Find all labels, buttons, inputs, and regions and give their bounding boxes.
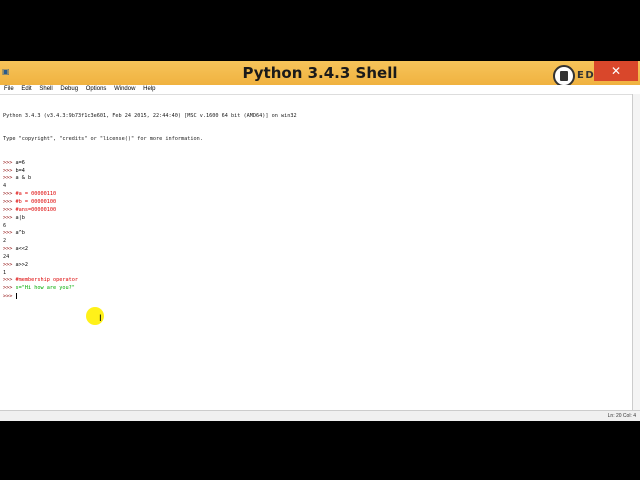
output-text: 6 [3,222,7,229]
cmd-text: a & b [15,175,32,182]
cmd-text: a=6 [15,159,25,166]
shell-line: 1 [3,270,628,278]
educba-badge-icon [553,65,575,87]
shell-line: 4 [3,183,628,191]
output-text: 4 [3,183,7,190]
cmd-text: b=4 [15,167,25,174]
shell-line: >>> a<<2 [3,246,628,254]
cmd-text: a<<2 [15,246,29,253]
menu-file[interactable]: File [4,85,14,94]
shell-line: >>> a=6 [3,160,628,168]
comment-text: #b = 00000100 [15,198,57,205]
menu-debug[interactable]: Debug [60,85,78,94]
menu-help[interactable]: Help [143,85,155,94]
cmd-text: a|b [15,214,25,221]
shell-line: 24 [3,254,628,262]
shell-line: 2 [3,238,628,246]
menu-bar: File Edit Shell Debug Options Window Hel… [0,85,640,95]
ibeam-cursor-icon: I [99,314,102,324]
shell-line: >>> a|b [3,215,628,223]
prompt-text: >>> [3,175,16,182]
shell-line: >>> a & b [3,175,628,183]
menu-window[interactable]: Window [114,85,135,94]
menu-options[interactable]: Options [86,85,107,94]
prompt-text: >>> [3,159,16,166]
shell-line: >>> b=4 [3,168,628,176]
prompt-text: >>> [3,167,16,174]
string-text: s="Hi how are you?" [15,285,75,292]
prompt-text: >>> [3,198,16,205]
menu-edit[interactable]: Edit [21,85,31,94]
shell-line: >>> #membership operator [3,277,628,285]
hint-line: Type "copyright", "credits" or "license(… [3,136,203,143]
prompt-text: >>> [3,206,16,213]
cmd-text: a^b [15,230,25,237]
banner-line: Python 3.4.3 (v3.4.3:9b73f1c3e601, Feb 2… [3,112,297,119]
prompt-text: >>> [3,246,16,253]
prompt-text: >>> [3,261,16,268]
shell-line: >>> a^b [3,230,628,238]
output-text: 2 [3,238,7,245]
prompt-text: >>> [3,230,16,237]
output-text: 1 [3,269,7,276]
idle-shell-window: ▣ Python 3.4.3 Shell EDUCBA ✕ File Edit … [0,61,640,421]
comment-text: #a = 00000110 [15,191,57,198]
shell-line: >>> s="Hi how are you?" [3,285,628,293]
text-cursor [15,293,17,300]
shell-line: >>> a>>2 [3,262,628,270]
output-text: 24 [3,253,10,260]
shell-line: >>> #b = 00000100 [3,199,628,207]
shell-line: 6 [3,223,628,231]
comment-text: #membership operator [15,277,78,284]
prompt-text: >>> [3,191,16,198]
title-bar[interactable]: ▣ Python 3.4.3 Shell EDUCBA ✕ [0,61,640,87]
menu-shell[interactable]: Shell [39,85,52,94]
status-bar: Ln: 20 Col: 4 [0,410,640,421]
window-title: Python 3.4.3 Shell [242,64,398,82]
cmd-text: a>>2 [15,261,29,268]
shell-text-area[interactable]: Python 3.4.3 (v3.4.3:9b73f1c3e601, Feb 2… [3,97,628,407]
prompt-text: >>> [3,293,16,300]
vertical-scrollbar[interactable] [632,94,640,410]
shell-line: >>> [3,293,628,301]
prompt-text: >>> [3,285,16,292]
shell-line: >>> #ans=00000100 [3,207,628,215]
comment-text: #ans=00000100 [15,206,57,213]
prompt-text: >>> [3,214,16,221]
close-button[interactable]: ✕ [594,61,638,81]
prompt-text: >>> [3,277,16,284]
shell-line: >>> #a = 00000110 [3,191,628,199]
cursor-position: Ln: 20 Col: 4 [607,413,636,419]
